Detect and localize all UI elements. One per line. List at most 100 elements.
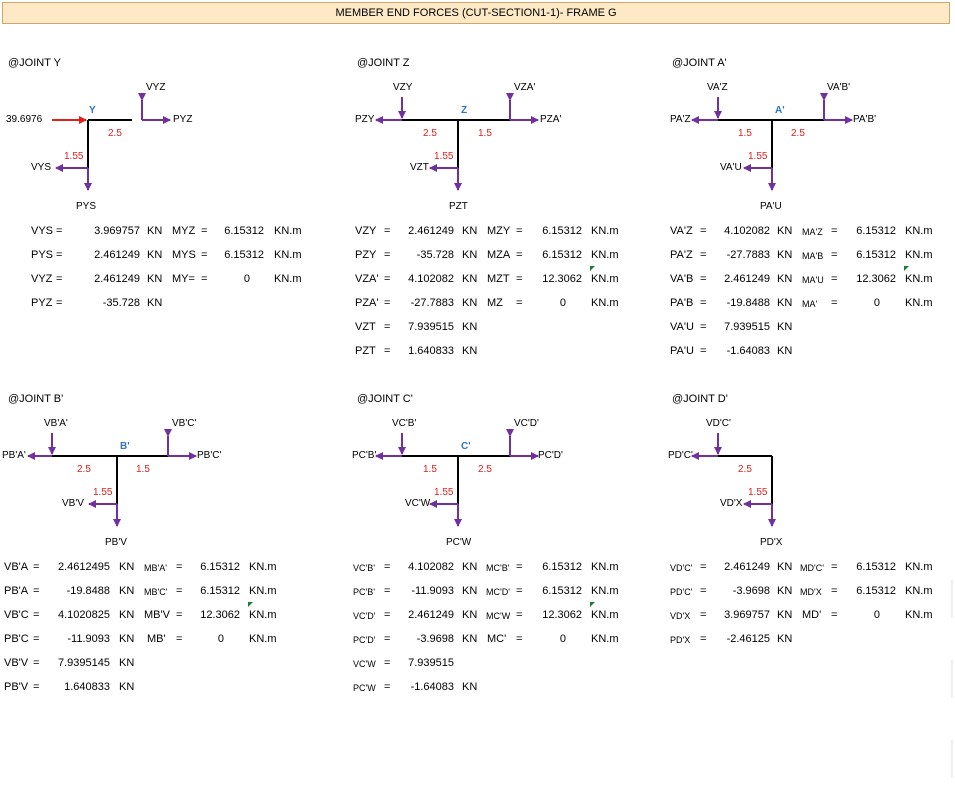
joint-center-label: C' (461, 441, 471, 452)
dimension-label: 2.5 (108, 128, 122, 139)
moment-unit: KN.m (905, 585, 933, 597)
moment-unit: KN.m (591, 249, 619, 261)
diagram-joint-d (691, 433, 776, 527)
moment-label: MB'A' (144, 563, 167, 573)
result-value: -35.728 (416, 249, 454, 261)
force-label-vr: VA'B' (827, 82, 851, 93)
result-unit: KN (462, 585, 478, 597)
equals-sign: = (33, 609, 40, 621)
comment-marker (904, 266, 909, 271)
moment-label: MA'B (802, 251, 824, 261)
equals-sign: = (516, 297, 523, 309)
moment-unit: KN.m (249, 633, 277, 645)
equals-sign: = (516, 273, 523, 285)
equals-sign: = (56, 297, 63, 309)
moment-value: 6.15312 (542, 249, 582, 261)
result-label: PC'D' (353, 635, 376, 645)
joint-heading: @JOINT Y (8, 57, 61, 69)
result-value: 7.939515 (724, 321, 770, 333)
equals-sign: = (384, 657, 391, 669)
moment-label: MD'C' (800, 563, 824, 573)
equals-sign: = (176, 609, 183, 621)
force-label-down: PC'W (446, 537, 472, 548)
moment-label: MZT (487, 273, 510, 285)
force-label-left-down: VC'W (405, 498, 431, 509)
moment-unit: KN.m (274, 249, 302, 261)
result-value: 2.461249 (408, 225, 454, 237)
force-label-left-down: VYS (31, 162, 52, 173)
dimension-label: 1.55 (434, 487, 454, 498)
equals-sign: = (700, 561, 707, 573)
equals-sign: = (56, 249, 63, 261)
moment-label: MB'C' (144, 587, 168, 597)
force-label-hl: PB'A' (2, 450, 26, 461)
moment-label: MYS (172, 249, 196, 261)
force-label-vl: VD'C' (706, 418, 731, 429)
result-label: PZA' (355, 297, 379, 309)
moment-label: MZA (487, 249, 511, 261)
force-label-vl: VZY (393, 82, 413, 93)
moment-label: MD'X (800, 587, 822, 597)
diagram-joint-c (375, 429, 539, 527)
result-label: PA'Z (670, 249, 693, 261)
joint-heading: @JOINT A' (672, 57, 727, 69)
moment-unit: KN.m (591, 585, 619, 597)
result-unit: KN (777, 561, 793, 573)
result-value: -1.64083 (726, 345, 770, 357)
dimension-label: 1.5 (136, 464, 150, 475)
force-label-left-down: VB'V (62, 498, 84, 509)
moment-label: MA'U (802, 275, 824, 285)
result-unit: KN (462, 273, 478, 285)
force-label-down: PD'X (760, 537, 783, 548)
moment-label: MC' (487, 633, 507, 645)
moment-label: MA' (802, 299, 818, 309)
result-unit: KN (462, 249, 478, 261)
equals-sign: = (384, 345, 391, 357)
equals-sign: = (384, 633, 391, 645)
result-label: VB'A (4, 561, 29, 573)
equals-sign: = (700, 633, 707, 645)
moment-value: 0 (873, 297, 880, 309)
dimension-label: 2.5 (478, 464, 492, 475)
result-label: VA'B (670, 273, 694, 285)
edge-marker (951, 580, 953, 618)
result-value: 2.461249 (94, 249, 140, 261)
moment-value: 6.15312 (200, 585, 240, 597)
result-label: VZY (355, 225, 377, 237)
joint-heading: @JOINT Z (357, 57, 410, 69)
moment-unit: KN.m (591, 297, 619, 309)
diagram-joint-y (52, 93, 171, 191)
moment-label: MB'V (144, 609, 170, 621)
equals-sign: = (176, 585, 183, 597)
result-label: PB'C (4, 633, 29, 645)
result-label: VC'B' (353, 563, 375, 573)
dimension-label: 1.55 (93, 487, 113, 498)
result-unit: KN (119, 657, 135, 669)
dimension-label: 1.55 (748, 151, 768, 162)
equals-sign: = (831, 273, 838, 285)
result-unit: KN (462, 345, 478, 357)
result-label: PB'A (4, 585, 29, 597)
result-value: -27.7883 (726, 249, 770, 261)
result-unit: KN (119, 681, 135, 693)
dimension-label: 2.5 (738, 464, 752, 475)
result-value: 3.969757 (724, 609, 770, 621)
equals-sign: = (33, 657, 40, 669)
dimension-label: 2.5 (791, 128, 805, 139)
moment-label: MC'B' (486, 563, 510, 573)
result-value: 2.461249 (94, 273, 140, 285)
force-label-hr: PA'B' (853, 114, 877, 125)
result-value: 1.640833 (64, 681, 110, 693)
force-label-down: PB'V (105, 537, 127, 548)
result-label: PD'C' (670, 587, 693, 597)
result-value: 4.102082 (408, 561, 454, 573)
result-value: -11.9093 (67, 633, 110, 645)
result-label: PYZ (31, 297, 53, 309)
equals-sign: = (516, 561, 523, 573)
free-body-diagrams (27, 93, 853, 527)
equals-sign: = (831, 225, 838, 237)
moment-label: MC'W (486, 611, 511, 621)
result-label: PD'X (670, 635, 691, 645)
result-label: VYZ (31, 273, 53, 285)
result-unit: KN (462, 561, 478, 573)
